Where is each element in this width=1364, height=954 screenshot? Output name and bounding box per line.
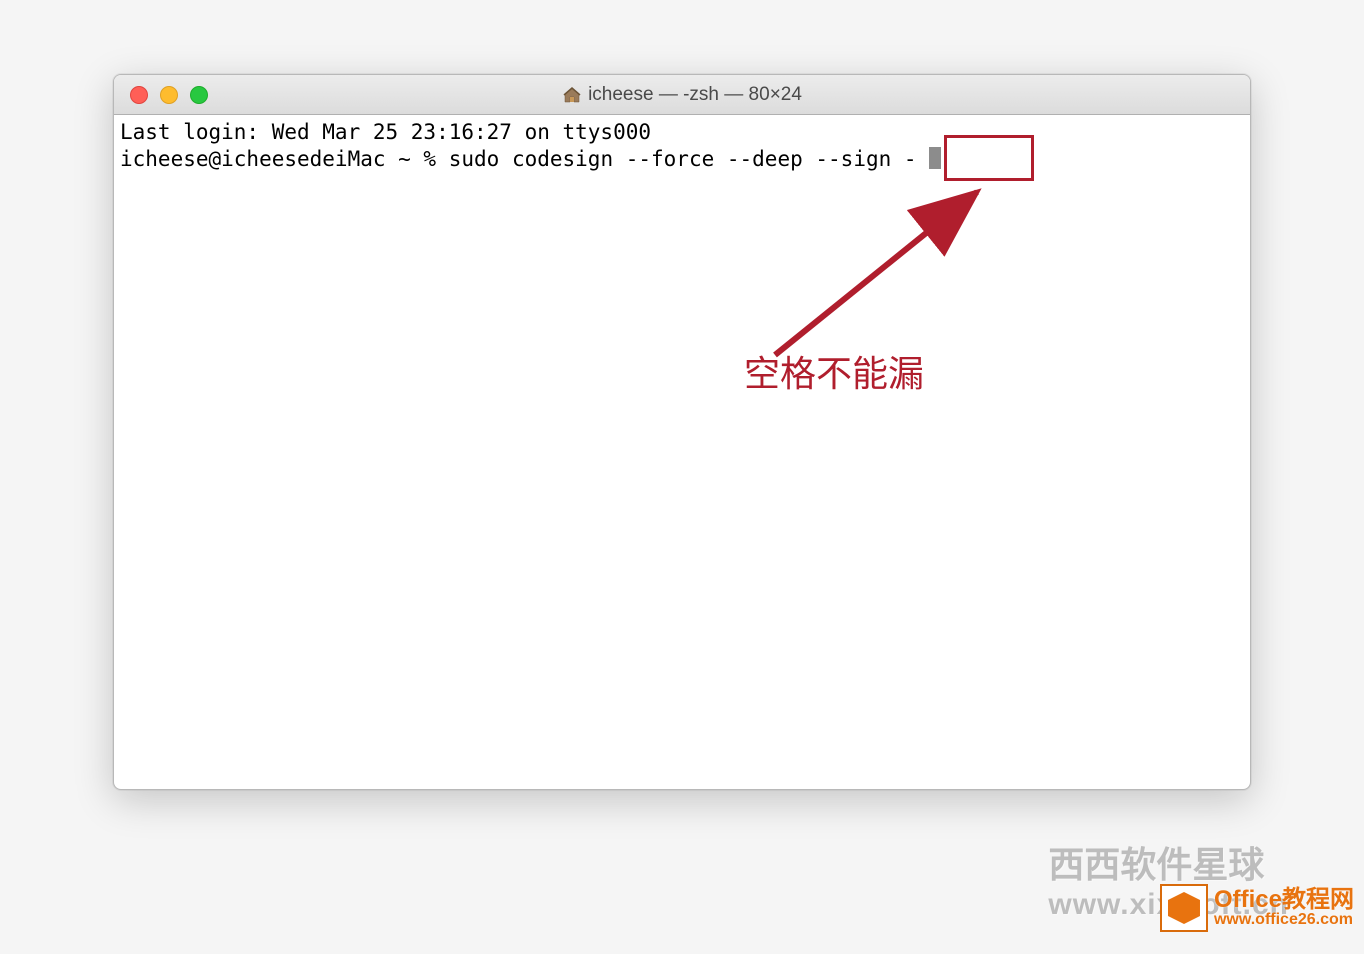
terminal-window: icheese — -zsh — 80×24 Last login: Wed M… (113, 74, 1251, 790)
maximize-button[interactable] (190, 86, 208, 104)
terminal-line-lastlogin: Last login: Wed Mar 25 23:16:27 on ttys0… (120, 120, 651, 144)
watermark-office26-line1: Office教程网 (1214, 887, 1354, 912)
terminal-command: sudo codesign --force --deep --sign - (449, 147, 929, 171)
terminal-body[interactable]: Last login: Wed Mar 25 23:16:27 on ttys0… (114, 115, 1250, 177)
home-icon (562, 85, 582, 105)
window-titlebar[interactable]: icheese — -zsh — 80×24 (114, 75, 1250, 115)
watermark-office26: Office教程网 www.office26.com (1160, 884, 1354, 932)
watermark-xixisoft-line1: 西西软件星球 (1048, 836, 1289, 888)
terminal-prompt: icheese@icheesedeiMac ~ % (120, 147, 449, 171)
traffic-lights (130, 86, 208, 104)
office-logo-icon (1160, 884, 1208, 932)
minimize-button[interactable] (160, 86, 178, 104)
watermark-xixisoft-line2: www.xixisoft.cn (1048, 888, 1289, 922)
annotation-label: 空格不能漏 (744, 345, 924, 397)
watermark-xixisoft: 西西软件星球 www.xixisoft.cn (1048, 836, 1289, 922)
watermark-office26-line2: www.office26.com (1214, 912, 1354, 929)
terminal-cursor (929, 147, 941, 169)
watermark-office26-text: Office教程网 www.office26.com (1214, 887, 1354, 929)
window-title-wrap: icheese — -zsh — 80×24 (114, 84, 1250, 106)
window-title: icheese — -zsh — 80×24 (588, 84, 802, 106)
close-button[interactable] (130, 86, 148, 104)
